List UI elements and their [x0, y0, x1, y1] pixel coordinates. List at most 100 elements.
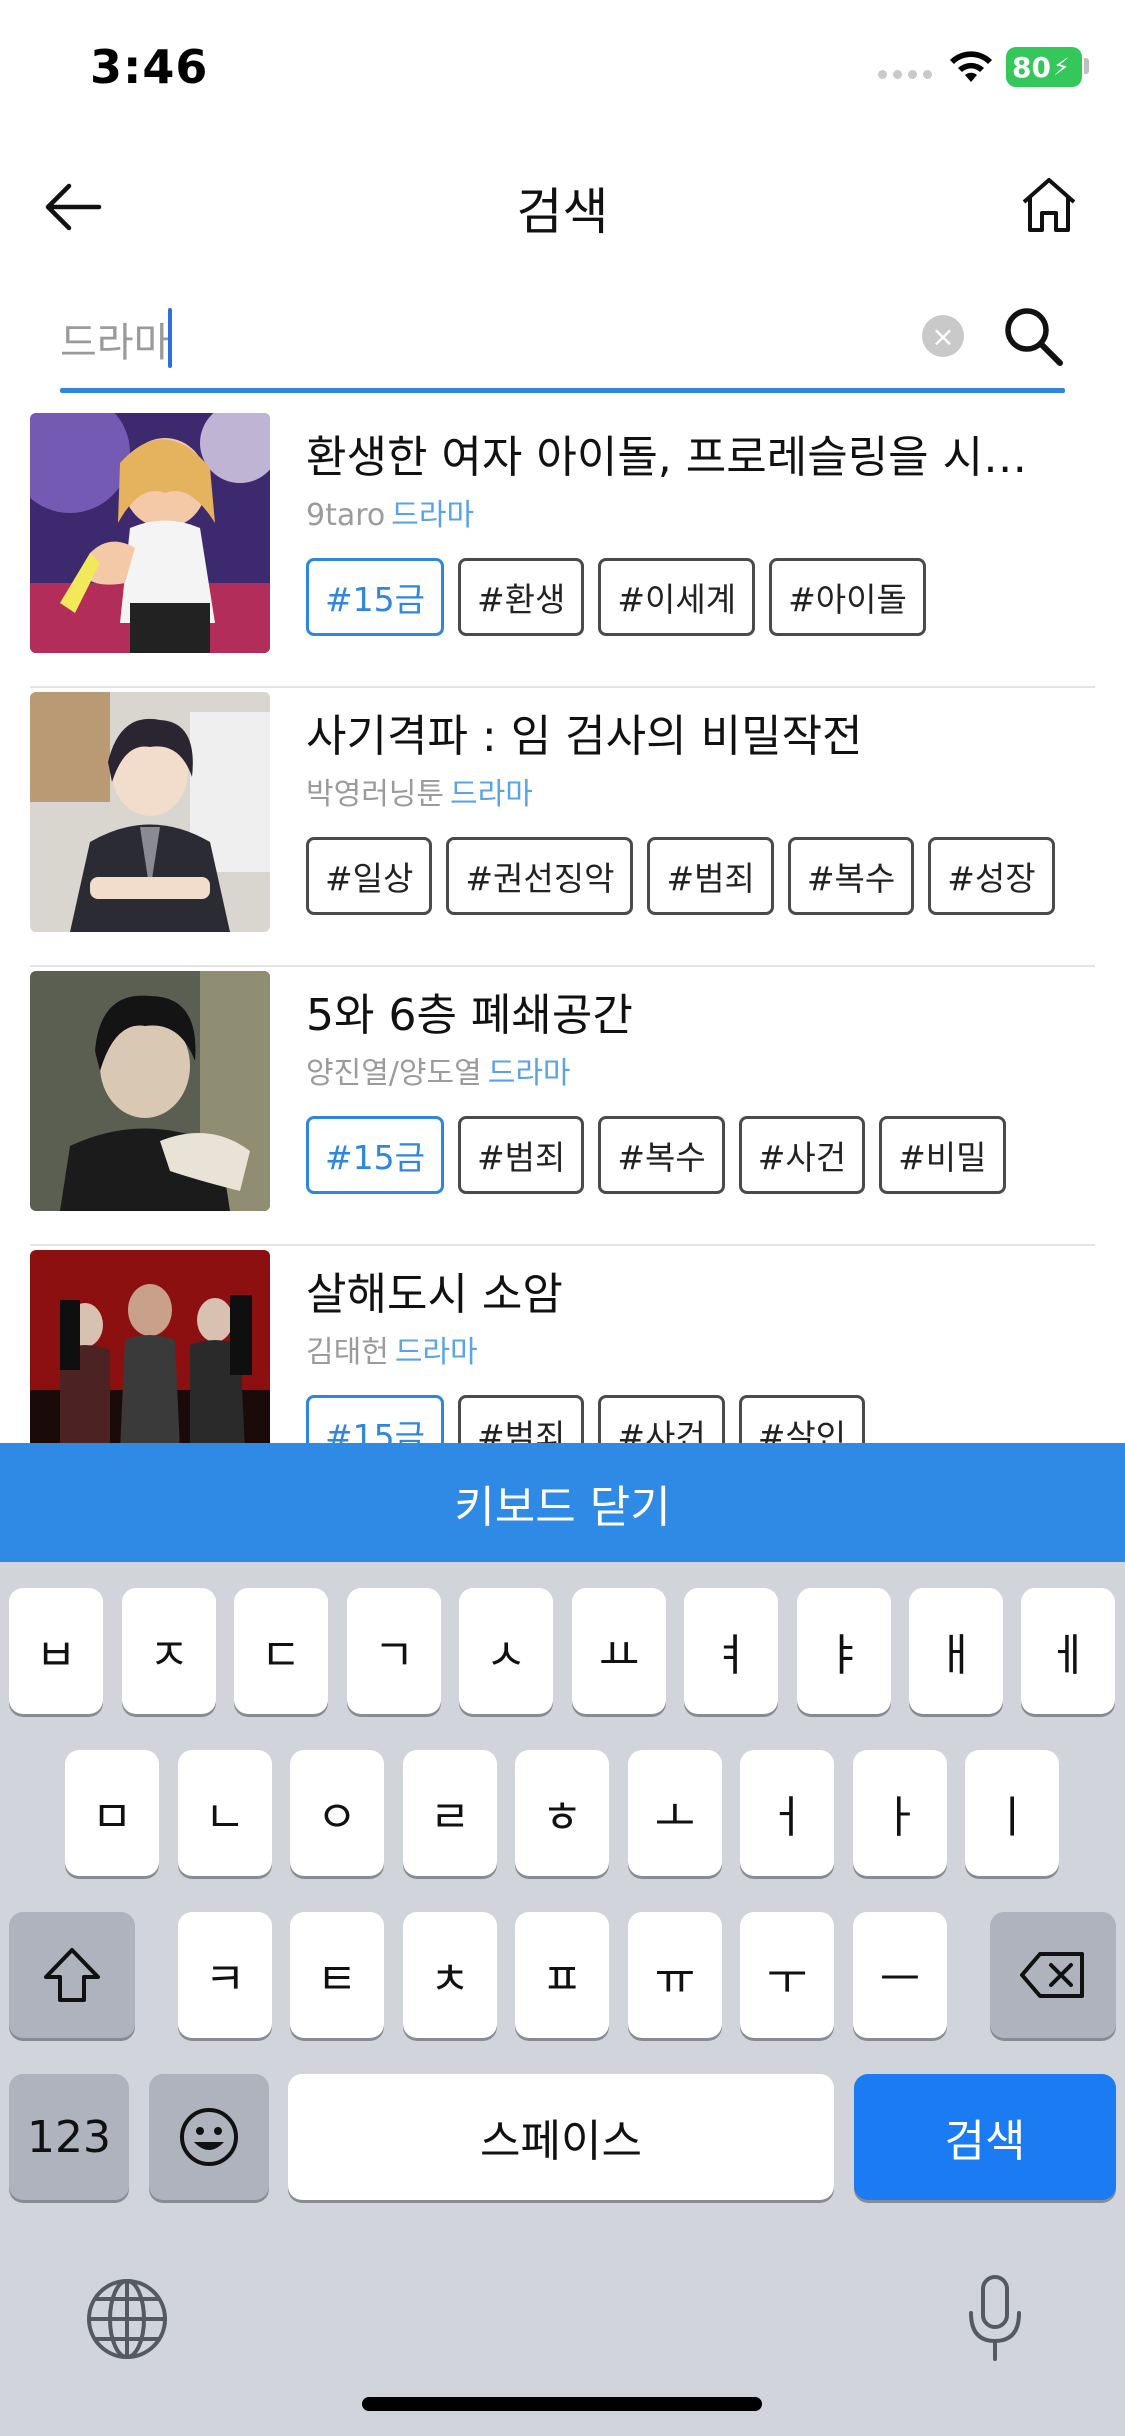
key[interactable]: ㅛ [572, 1588, 666, 1714]
key[interactable]: ㄹ [403, 1750, 497, 1876]
tag[interactable]: #범죄 [647, 837, 774, 915]
result-author: 양진열/양도열 [306, 1056, 482, 1091]
status-time: 3:46 [90, 40, 209, 94]
list-item[interactable]: 5와 6층 폐쇄공간 양진열/양도열 드라마 #15금 #범죄 #복수 #사건 #… [30, 968, 1095, 1246]
key[interactable]: ㅂ [9, 1588, 103, 1714]
key[interactable]: ㅎ [515, 1750, 609, 1876]
space-key[interactable]: 스페이스 [288, 2074, 834, 2200]
key[interactable]: ㅍ [515, 1912, 609, 2038]
key[interactable]: ㅋ [178, 1912, 272, 2038]
tag[interactable]: #15금 [306, 558, 445, 636]
key[interactable]: ㅠ [628, 1912, 722, 2038]
shift-key[interactable] [9, 1912, 135, 2038]
tag[interactable]: #범죄 [458, 1116, 585, 1194]
tag[interactable]: #이세계 [598, 558, 756, 636]
list-item[interactable]: 환생한 여자 아이돌, 프로레슬링을 시… 9taro 드라마 #15금 #환생 … [30, 410, 1095, 688]
result-info: 환생한 여자 아이돌, 프로레슬링을 시… 9taro 드라마 #15금 #환생 … [306, 430, 1086, 636]
tag[interactable]: #성장 [928, 837, 1055, 915]
tag-list: #일상 #권선징악 #범죄 #복수 #성장 [306, 837, 1086, 915]
tag-list: #15금 #범죄 #복수 #사건 #비밀 [306, 1116, 1086, 1194]
key[interactable]: ㅅ [459, 1588, 553, 1714]
backspace-icon [1020, 1952, 1084, 1998]
tag[interactable]: #일상 [306, 837, 433, 915]
key[interactable]: ㅣ [965, 1750, 1059, 1876]
result-meta: 9taro 드라마 [306, 496, 1086, 536]
key[interactable]: ㅑ [797, 1588, 891, 1714]
shift-icon [44, 1948, 100, 2002]
clear-search-button[interactable]: × [922, 315, 964, 357]
emoji-key[interactable] [149, 2074, 269, 2200]
result-genre[interactable]: 드라마 [395, 1335, 478, 1370]
key[interactable]: ㅗ [628, 1750, 722, 1876]
results-list: 환생한 여자 아이돌, 프로레슬링을 시… 9taro 드라마 #15금 #환생 … [0, 410, 1125, 1444]
list-item[interactable]: 사기격파 : 임 검사의 비밀작전 박영러닝툰 드라마 #일상 #권선징악 #범죄… [30, 689, 1095, 967]
tag[interactable]: #아이돌 [769, 558, 926, 636]
tag[interactable]: #범죄 [458, 1395, 585, 1444]
result-info: 사기격파 : 임 검사의 비밀작전 박영러닝툰 드라마 #일상 #권선징악 #범죄… [306, 709, 1086, 915]
key[interactable]: ㅡ [853, 1912, 947, 2038]
key[interactable]: ㄴ [178, 1750, 272, 1876]
dictation-button[interactable] [955, 2268, 1035, 2368]
result-meta: 김태헌 드라마 [306, 1333, 1086, 1373]
header: 검색 [0, 150, 1125, 260]
tag[interactable]: #복수 [787, 837, 915, 915]
cellular-signal-icon [878, 70, 932, 79]
key[interactable]: ㅕ [684, 1588, 778, 1714]
home-button[interactable] [1014, 170, 1084, 240]
key[interactable]: ㅓ [740, 1750, 834, 1876]
key[interactable]: ㅇ [290, 1750, 384, 1876]
result-title: 살해도시 소암 [306, 1269, 563, 1320]
text-cursor [168, 308, 172, 368]
page-title: 검색 [516, 183, 609, 241]
numbers-key[interactable]: 123 [9, 2074, 129, 2200]
tag[interactable]: #15금 [306, 1395, 445, 1444]
key[interactable]: ㅈ [122, 1588, 216, 1714]
tag[interactable]: #살인 [738, 1395, 866, 1444]
key[interactable]: ㅁ [65, 1750, 159, 1876]
home-icon [1022, 178, 1076, 232]
key[interactable]: ㄱ [347, 1588, 441, 1714]
search-icon [1005, 308, 1063, 366]
tag[interactable]: #비밀 [879, 1116, 1006, 1194]
keyboard: ㅂ ㅈ ㄷ ㄱ ㅅ ㅛ ㅕ ㅑ ㅐ ㅔ ㅁ ㄴ ㅇ ㄹ ㅎ ㅗ ㅓ ㅏ ㅣ ㅋ … [0, 1562, 1125, 2436]
key[interactable]: ㅊ [403, 1912, 497, 2038]
result-author: 박영러닝툰 [306, 777, 444, 812]
result-title: 5와 6층 폐쇄공간 [306, 990, 633, 1041]
result-genre[interactable]: 드라마 [450, 777, 533, 812]
result-genre[interactable]: 드라마 [391, 498, 474, 533]
result-author: 9taro [306, 498, 386, 533]
key[interactable]: ㅌ [290, 1912, 384, 2038]
result-genre[interactable]: 드라마 [488, 1056, 571, 1091]
key[interactable]: ㅔ [1021, 1588, 1115, 1714]
key[interactable]: ㄷ [234, 1588, 328, 1714]
key[interactable]: ㅜ [740, 1912, 834, 2038]
cover-thumbnail [30, 971, 270, 1211]
key[interactable]: ㅐ [909, 1588, 1003, 1714]
backspace-key[interactable] [990, 1912, 1116, 2038]
microphone-icon [969, 2275, 1021, 2361]
tag[interactable]: #환생 [458, 558, 585, 636]
cover-thumbnail [30, 692, 270, 932]
tag-list: #15금 #범죄 #사건 #살인 [306, 1395, 1086, 1444]
key[interactable]: ㅏ [853, 1750, 947, 1876]
tag[interactable]: #권선징악 [446, 837, 634, 915]
tag[interactable]: #15금 [306, 1116, 445, 1194]
result-meta: 양진열/양도열 드라마 [306, 1054, 1086, 1094]
search-button[interactable] [995, 298, 1071, 374]
result-info: 살해도시 소암 김태헌 드라마 #15금 #범죄 #사건 #살인 [306, 1267, 1086, 1444]
result-meta: 박영러닝툰 드라마 [306, 775, 1086, 815]
tag[interactable]: #사건 [738, 1116, 866, 1194]
close-keyboard-button[interactable]: 키보드 닫기 [0, 1443, 1125, 1562]
list-item[interactable]: 살해도시 소암 김태헌 드라마 #15금 #범죄 #사건 #살인 [30, 1247, 1095, 1444]
home-indicator [362, 2397, 762, 2411]
cover-thumbnail [30, 1250, 270, 1444]
battery-level: 80 [1012, 50, 1051, 84]
emoji-icon [180, 2108, 238, 2166]
search-key[interactable]: 검색 [854, 2074, 1116, 2200]
tag-list: #15금 #환생 #이세계 #아이돌 [306, 558, 1086, 636]
tag[interactable]: #사건 [598, 1395, 725, 1444]
search-input[interactable]: 드라마 [60, 310, 170, 368]
globe-button[interactable] [82, 2274, 172, 2364]
cover-thumbnail [30, 413, 270, 653]
tag[interactable]: #복수 [598, 1116, 725, 1194]
